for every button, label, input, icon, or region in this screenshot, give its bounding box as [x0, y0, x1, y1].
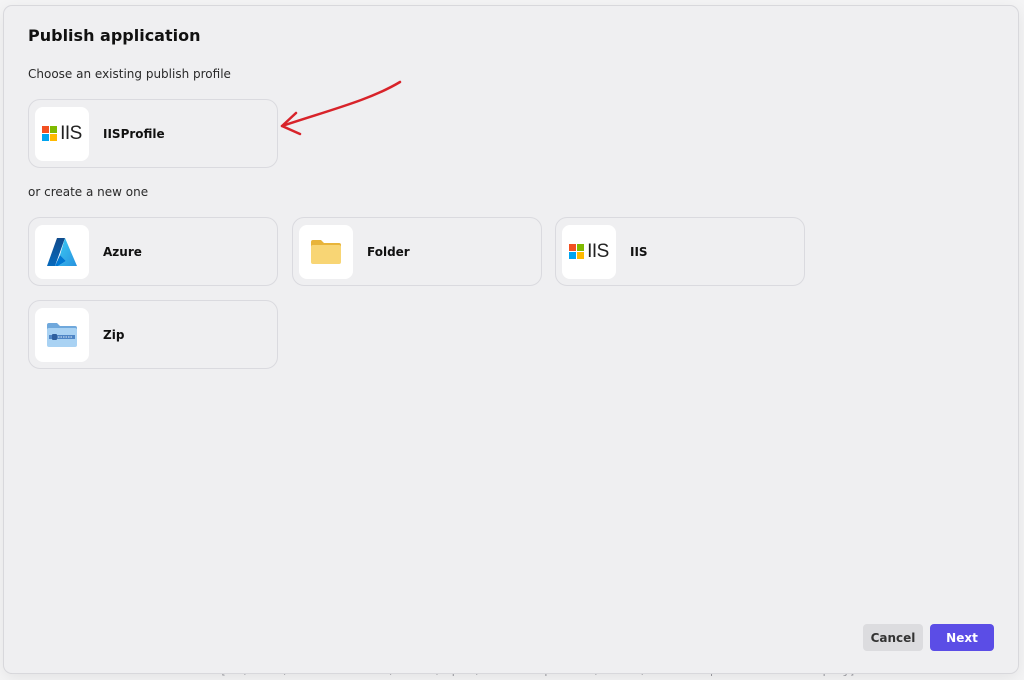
iis-logo-icon: IIS	[35, 106, 89, 161]
target-card-folder[interactable]: Folder	[292, 217, 542, 286]
new-profile-label: or create a new one	[28, 185, 149, 199]
target-card-label: Folder	[367, 244, 410, 259]
dialog-title: Publish application	[28, 26, 201, 45]
existing-profile-label: Choose an existing publish profile	[28, 67, 231, 81]
zip-folder-icon	[35, 307, 89, 362]
iis-logo-icon: IIS	[562, 224, 616, 279]
profile-card-label: IISProfile	[103, 126, 165, 141]
profile-card-iisprofile[interactable]: IIS IISProfile	[28, 99, 278, 168]
annotation-arrow-icon	[280, 80, 402, 136]
target-card-iis[interactable]: IIS IIS	[555, 217, 805, 286]
target-card-label: Azure	[103, 244, 142, 259]
iis-logo-text: IIS	[60, 122, 82, 144]
target-card-label: IIS	[630, 244, 648, 259]
next-button[interactable]: Next	[930, 624, 994, 651]
iis-logo-text: IIS	[587, 240, 609, 262]
target-card-azure[interactable]: Azure	[28, 217, 278, 286]
target-card-label: Zip	[103, 327, 125, 342]
azure-logo-icon	[35, 224, 89, 279]
target-card-zip[interactable]: Zip	[28, 300, 278, 369]
publish-dialog: Publish application Choose an existing p…	[4, 6, 1018, 673]
folder-icon	[299, 224, 353, 279]
cancel-button[interactable]: Cancel	[863, 624, 923, 651]
